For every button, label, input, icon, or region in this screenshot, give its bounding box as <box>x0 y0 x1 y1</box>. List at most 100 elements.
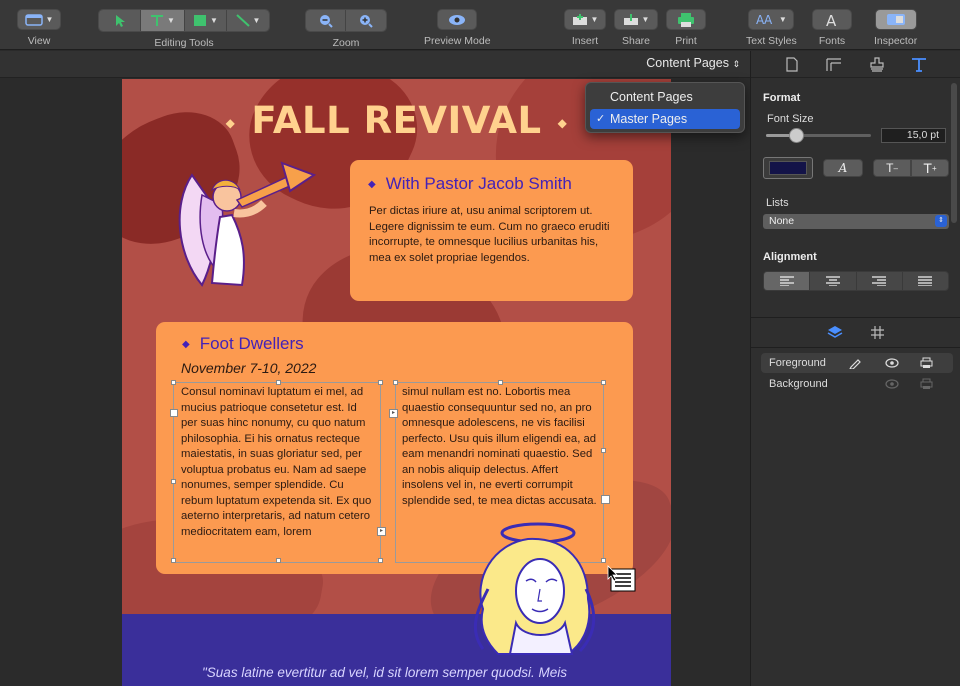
text-box-selection[interactable] <box>173 382 381 563</box>
inspector-scrollbar[interactable] <box>951 83 957 223</box>
insert-button[interactable]: ▼ <box>564 9 606 30</box>
stamp-icon <box>870 57 884 72</box>
resize-handle[interactable] <box>170 409 178 417</box>
character-style-button[interactable]: A <box>823 159 863 177</box>
resize-handle[interactable] <box>601 448 606 453</box>
diamond-icon: ◆ <box>225 115 236 130</box>
shape-tool-button[interactable]: ▼ <box>185 10 227 31</box>
align-left-icon <box>779 276 794 286</box>
view-icon <box>24 13 43 26</box>
zoom-out-button[interactable] <box>306 10 346 31</box>
print-button[interactable] <box>666 9 706 30</box>
pastor-card[interactable]: ◆ With Pastor Jacob Smith Per dictas iriu… <box>350 160 633 301</box>
tab-layout[interactable] <box>824 56 844 73</box>
lists-select[interactable]: None ⇕ <box>763 214 949 229</box>
resize-handle[interactable] <box>498 380 503 385</box>
inspector-button[interactable] <box>874 9 917 30</box>
preview-mode-button[interactable] <box>437 9 478 30</box>
layers-tab[interactable] <box>825 324 845 341</box>
fonts-group: A Fonts <box>812 9 852 47</box>
text-flow-in-icon[interactable]: ▸ <box>389 409 398 418</box>
page-type-menu: Content Pages ✓ Master Pages <box>585 82 745 133</box>
fonts-button[interactable]: A <box>812 9 852 30</box>
resize-handle[interactable] <box>601 380 606 385</box>
grid-tab[interactable] <box>867 324 887 341</box>
font-size-slider[interactable] <box>766 134 871 137</box>
shrink-text-icon: T <box>886 161 894 175</box>
menu-item-content-pages[interactable]: Content Pages <box>590 87 740 107</box>
text-tool-button[interactable]: ▼ <box>141 10 185 31</box>
card-body-text[interactable]: Per dictas iriure at, usu animal scripto… <box>369 204 614 266</box>
resize-handle[interactable] <box>171 380 176 385</box>
haloed-angel-illustration[interactable] <box>468 519 608 659</box>
up-down-chevron-icon: ⇕ <box>732 59 740 69</box>
line-tool-button[interactable]: ▼ <box>227 10 269 31</box>
diamond-bullet-icon: ◆ <box>368 179 376 190</box>
document-page[interactable]: ◆ FALL REVIVAL ◆ ◆ With Pastor Jacob Smith … <box>122 79 671 686</box>
align-right-button[interactable] <box>857 272 903 290</box>
insert-label: Insert <box>571 35 599 47</box>
tab-format[interactable] <box>909 56 929 73</box>
printer-icon[interactable] <box>920 378 933 390</box>
fonts-icon: A <box>826 13 837 27</box>
share-group: ▼ Share <box>614 9 658 47</box>
text-color-well[interactable] <box>763 157 813 179</box>
eye-icon[interactable] <box>885 358 899 368</box>
decrease-font-size-button[interactable]: T – <box>873 159 911 177</box>
resize-handle[interactable] <box>378 380 383 385</box>
text-flow-out-icon[interactable]: ▸ <box>377 527 386 536</box>
zoom-in-button[interactable] <box>346 10 386 31</box>
card-heading: Foot Dwellers <box>199 334 304 353</box>
trumpet-angel-illustration[interactable] <box>172 155 322 305</box>
text-styles-group: AA ▼ Text Styles <box>746 9 797 47</box>
inspector-label: Inspector <box>874 35 918 47</box>
text-tool-icon <box>151 15 164 26</box>
align-center-icon <box>825 276 840 286</box>
resize-handle[interactable] <box>171 479 176 484</box>
fonts-label: Fonts <box>818 35 846 47</box>
increase-font-size-button[interactable]: T + <box>911 159 949 177</box>
resize-handle[interactable] <box>171 558 176 563</box>
printer-icon[interactable] <box>920 357 933 369</box>
align-center-button[interactable] <box>810 272 857 290</box>
resize-handle[interactable] <box>378 558 383 563</box>
layer-row-foreground[interactable]: Foreground <box>761 353 953 373</box>
menu-item-master-pages[interactable]: ✓ Master Pages <box>590 109 740 129</box>
layers-icon <box>827 326 843 338</box>
tab-arrange[interactable] <box>867 56 887 73</box>
document-canvas[interactable]: Content Pages ⇕ ◆ FALL REVIVAL ◆ ◆ With … <box>0 51 750 686</box>
svg-text:A: A <box>764 13 773 26</box>
italic-a-icon: A <box>838 161 848 175</box>
font-size-slider-knob[interactable] <box>789 128 804 143</box>
zoom-label: Zoom <box>332 37 360 49</box>
resize-handle[interactable] <box>276 380 281 385</box>
footer-quote[interactable]: "Suas latine evertitur ad vel, id sit lo… <box>202 665 567 680</box>
grow-text-icon: T <box>923 160 932 176</box>
justify-button[interactable] <box>903 272 948 290</box>
insert-group: ▼ Insert <box>564 9 606 47</box>
justify-icon <box>918 276 933 286</box>
diamond-bullet-icon: ◆ <box>182 339 190 350</box>
resize-handle[interactable] <box>601 495 610 504</box>
text-styles-label: Text Styles <box>746 35 797 47</box>
align-left-button[interactable] <box>764 272 811 290</box>
resize-handle[interactable] <box>276 558 281 563</box>
pencil-icon[interactable] <box>849 357 861 369</box>
layer-row-background[interactable]: Background <box>761 374 953 394</box>
font-size-field[interactable]: 15,0 pt <box>881 128 946 143</box>
page-type-label: Content Pages <box>646 56 729 70</box>
text-flow-cursor-icon <box>607 565 636 592</box>
lists-label: Lists <box>766 197 789 209</box>
resize-handle[interactable] <box>393 380 398 385</box>
align-right-icon <box>872 276 887 286</box>
text-styles-button[interactable]: AA ▼ <box>748 9 795 30</box>
view-button[interactable]: ▼ <box>17 9 61 30</box>
print-label: Print <box>675 35 697 47</box>
share-button[interactable]: ▼ <box>614 9 658 30</box>
inspector-tabs <box>751 51 960 78</box>
page-type-switch[interactable]: Content Pages ⇕ <box>646 56 740 70</box>
tab-document[interactable] <box>782 56 802 73</box>
view-label: View <box>27 35 51 47</box>
pointer-tool-button[interactable] <box>99 10 141 31</box>
eye-icon[interactable] <box>885 379 899 389</box>
